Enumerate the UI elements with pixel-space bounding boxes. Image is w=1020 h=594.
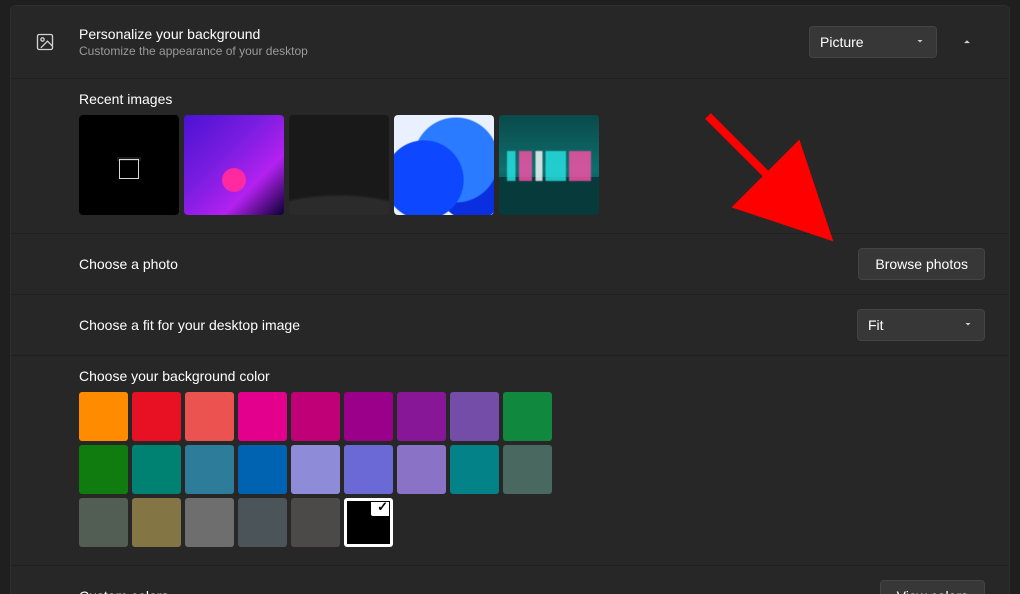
chevron-down-icon xyxy=(914,34,926,50)
color-swatch[interactable] xyxy=(291,392,340,441)
recent-image-4[interactable] xyxy=(394,115,494,215)
background-color-section: Choose your background color ✓ xyxy=(11,356,1009,566)
recent-image-3[interactable] xyxy=(289,115,389,215)
choose-fit-label: Choose a fit for your desktop image xyxy=(79,317,857,333)
color-swatch[interactable] xyxy=(344,445,393,494)
background-header-row: Personalize your background Customize th… xyxy=(11,6,1009,79)
chevron-down-icon xyxy=(962,317,974,333)
color-swatch[interactable] xyxy=(344,392,393,441)
image-icon xyxy=(35,32,79,52)
color-swatch[interactable] xyxy=(238,498,287,547)
browse-photos-button[interactable]: Browse photos xyxy=(858,248,985,280)
recent-images-section: Recent images xyxy=(11,79,1009,234)
background-type-dropdown[interactable]: Picture xyxy=(809,26,937,58)
color-swatch[interactable] xyxy=(132,445,181,494)
color-swatch-grid: ✓ xyxy=(79,392,559,547)
color-swatch[interactable] xyxy=(132,392,181,441)
custom-colors-row: Custom colors View colors xyxy=(11,566,1009,594)
color-swatch[interactable] xyxy=(185,498,234,547)
custom-colors-label: Custom colors xyxy=(79,588,880,594)
fit-dropdown[interactable]: Fit xyxy=(857,309,985,341)
color-swatch[interactable] xyxy=(79,498,128,547)
color-swatch[interactable] xyxy=(397,392,446,441)
recent-image-1[interactable] xyxy=(79,115,179,215)
color-swatch[interactable] xyxy=(238,445,287,494)
color-swatch[interactable] xyxy=(291,498,340,547)
view-colors-button[interactable]: View colors xyxy=(880,580,985,594)
checkmark-icon: ✓ xyxy=(377,499,388,515)
choose-photo-row: Choose a photo Browse photos xyxy=(11,234,1009,295)
color-swatch[interactable] xyxy=(503,392,552,441)
color-swatch[interactable] xyxy=(79,392,128,441)
fit-value: Fit xyxy=(868,317,884,333)
collapse-button[interactable] xyxy=(949,24,985,60)
recent-image-5[interactable] xyxy=(499,115,599,215)
choose-photo-label: Choose a photo xyxy=(79,256,858,272)
color-swatch[interactable]: ✓ xyxy=(344,498,393,547)
color-swatch[interactable] xyxy=(238,392,287,441)
recent-images-list xyxy=(79,115,985,215)
color-swatch[interactable] xyxy=(450,445,499,494)
choose-fit-row: Choose a fit for your desktop image Fit xyxy=(11,295,1009,356)
background-type-value: Picture xyxy=(820,34,864,50)
color-swatch[interactable] xyxy=(185,392,234,441)
color-swatch[interactable] xyxy=(450,392,499,441)
header-subtitle: Customize the appearance of your desktop xyxy=(79,44,809,58)
color-swatch[interactable] xyxy=(503,445,552,494)
color-swatch[interactable] xyxy=(291,445,340,494)
color-swatch[interactable] xyxy=(79,445,128,494)
color-swatch[interactable] xyxy=(185,445,234,494)
recent-images-label: Recent images xyxy=(79,91,985,107)
color-swatch[interactable] xyxy=(132,498,181,547)
header-title: Personalize your background xyxy=(79,26,809,42)
recent-image-2[interactable] xyxy=(184,115,284,215)
color-swatch[interactable] xyxy=(397,445,446,494)
background-color-label: Choose your background color xyxy=(79,368,985,384)
